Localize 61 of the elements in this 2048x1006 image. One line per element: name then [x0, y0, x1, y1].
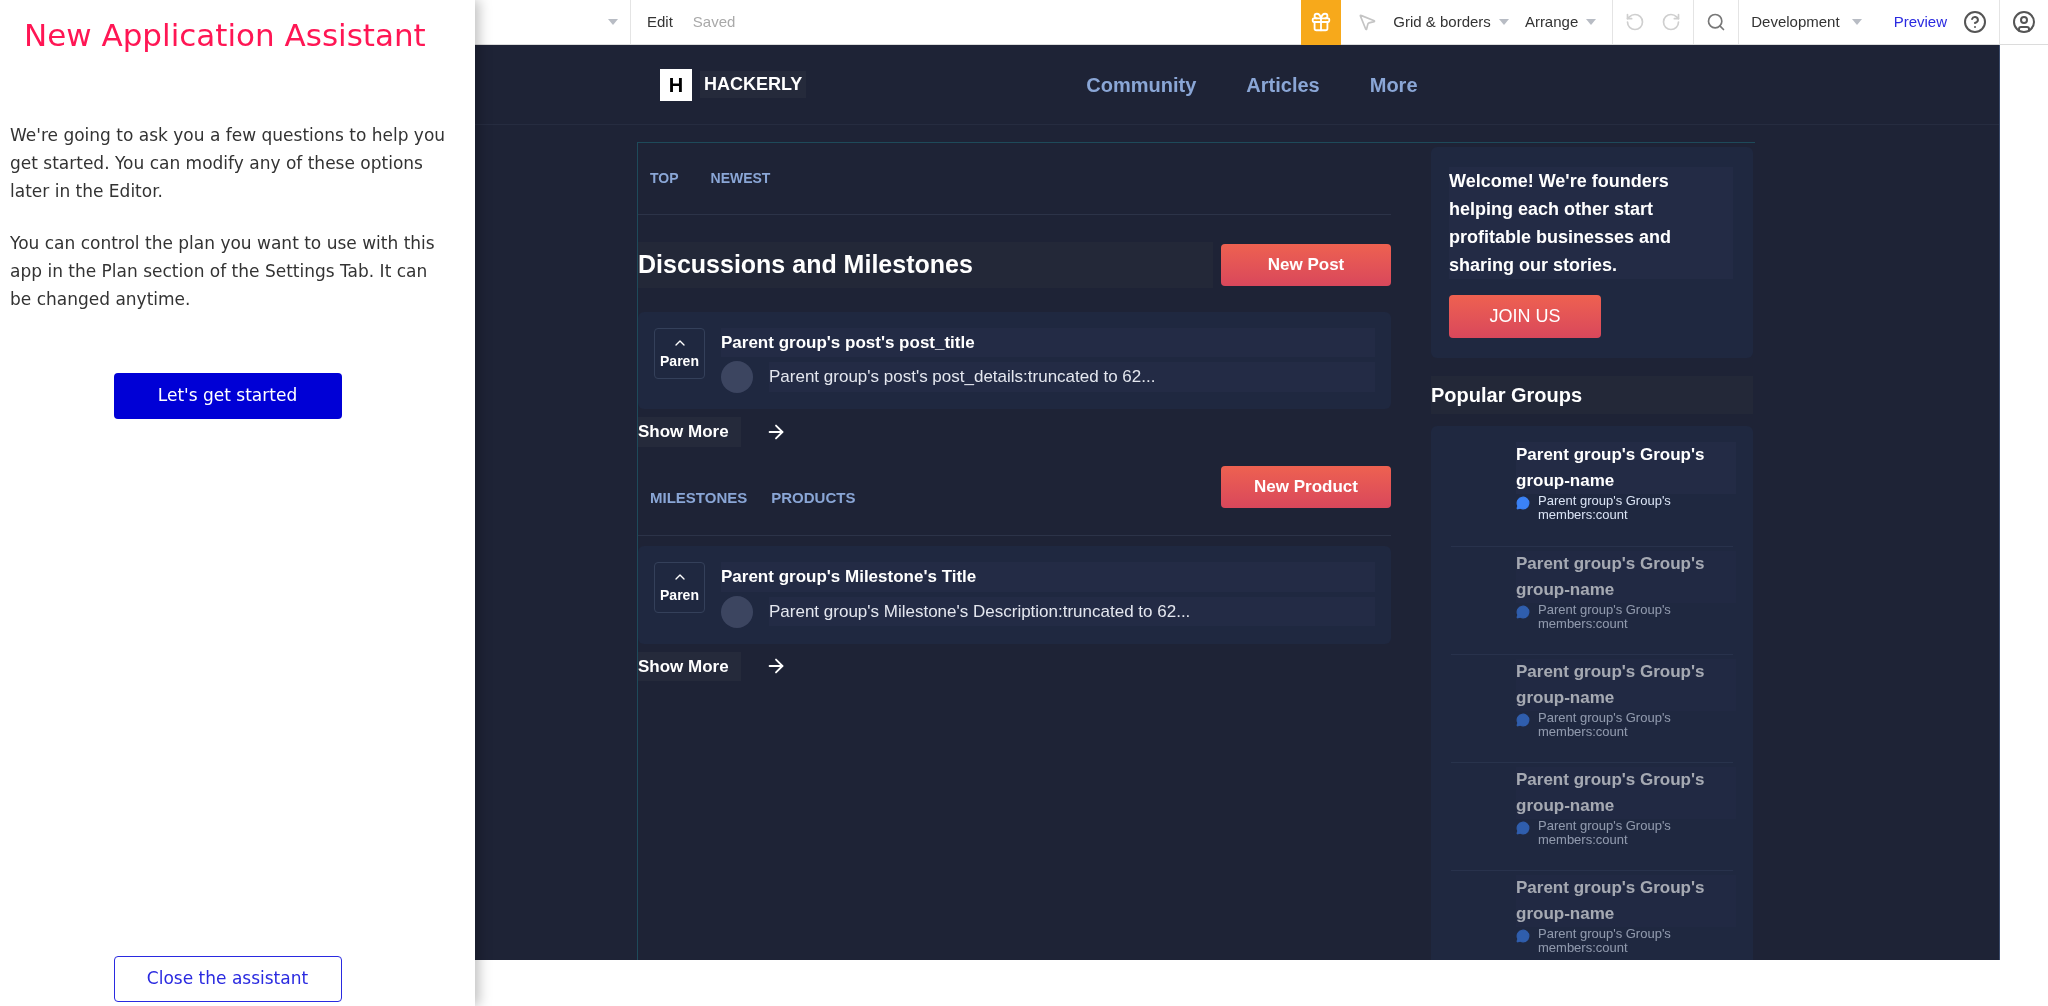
chat-bubble-icon [1516, 496, 1530, 510]
toolbar-menu[interactable]: Arrange [1524, 10, 1579, 34]
post-title: Parent group's post's post_title [721, 327, 1375, 357]
group-members: Parent group's Group's members:count [1538, 603, 1672, 631]
close-assistant-button[interactable]: Close the assistant [113, 956, 342, 1002]
new-product-button[interactable]: New Product [1221, 465, 1391, 508]
group-name: Parent group's Group's group-name [1516, 442, 1736, 494]
chat-bubble-icon [1516, 929, 1530, 943]
site-logo[interactable]: H HACKERLY [660, 68, 807, 101]
gift-icon [1310, 11, 1333, 33]
logo-mark: H [660, 68, 692, 101]
avatar [721, 595, 753, 628]
chat-bubble-icon [1516, 821, 1530, 835]
brand-name: HACKERLY [700, 71, 807, 98]
group-item[interactable]: Parent group's Group's group-name Parent group's Group's members:count [1451, 870, 1733, 960]
nav-link[interactable]: Articles [1246, 69, 1320, 100]
save-status: Saved [692, 11, 736, 32]
welcome-text: Welcome! We're founders helping each other start profitable businesses and sharing our stories. [1449, 167, 1733, 279]
assistant-title: New Application Assistant [24, 16, 427, 55]
get-started-button[interactable]: Let's get started [113, 372, 342, 419]
group-item[interactable]: Parent group's Group's group-name Parent group's Group's members:count [1451, 762, 1733, 870]
caret-icon [1851, 19, 1862, 25]
new-post-button[interactable]: New Post [1221, 243, 1391, 286]
post-details: Parent group's post's post_details:truncated to 62... [769, 362, 1375, 392]
nav-link[interactable]: More [1369, 69, 1418, 100]
feed-tab[interactable]: PRODUCTS [771, 486, 856, 509]
toolbar-menu[interactable]: Grid & borders [1393, 10, 1491, 34]
chat-bubble-icon [1516, 713, 1530, 727]
caret-icon [1586, 19, 1597, 25]
show-more-link[interactable]: Show More [638, 651, 741, 681]
group-members: Parent group's Group's members:count [1538, 819, 1672, 847]
search-icon[interactable] [1706, 12, 1727, 32]
upvote-button[interactable]: Paren [654, 562, 705, 613]
nav-link[interactable]: Community [1086, 69, 1197, 100]
group-members: Parent group's Group's members:count [1538, 494, 1672, 522]
edit-menu[interactable]: Edit [647, 10, 673, 34]
feed-tab[interactable]: MILESTONES [650, 486, 748, 509]
group-members: Parent group's Group's members:count [1538, 927, 1672, 955]
feed-tab[interactable]: NEWEST [710, 168, 771, 189]
group-item[interactable]: Parent group's Group's group-name Parent group's Group's members:count [1451, 438, 1733, 546]
group-item[interactable]: Parent group's Group's group-name Parent group's Group's members:count [1451, 546, 1733, 654]
group-item[interactable]: Parent group's Group's group-name Parent group's Group's members:count [1451, 654, 1733, 762]
upvote-button[interactable]: Paren [654, 327, 705, 379]
popular-groups-title: Popular Groups [1431, 376, 1753, 414]
join-us-button[interactable]: JOIN US [1449, 295, 1601, 338]
post-details: Parent group's Milestone's Description:truncated to 62... [769, 596, 1375, 627]
user-icon[interactable] [2012, 10, 2036, 34]
group-members: Parent group's Group's members:count [1538, 711, 1672, 739]
environment-menu[interactable]: Development [1751, 10, 1840, 34]
preview-link[interactable]: Preview [1893, 10, 1947, 34]
section-title: Discussions and Milestones [638, 242, 1213, 288]
post-title: Parent group's Milestone's Title [721, 562, 1375, 592]
help-icon[interactable] [1963, 10, 1987, 34]
feed-tab[interactable]: TOP [650, 168, 679, 189]
caret-icon [1498, 19, 1509, 25]
avatar [721, 361, 753, 393]
assistant-paragraph: We're going to ask you a few questions to help you get started. You can modify any of these options later in the Editor. [10, 123, 447, 203]
show-more-link[interactable]: Show More [638, 417, 741, 447]
assistant-paragraph: You can control the plan you want to use with this app in the Plan section of the Settings Tab. It can be changed anytime. [10, 231, 436, 311]
caret-icon [608, 19, 618, 25]
chat-bubble-icon [1516, 605, 1530, 619]
